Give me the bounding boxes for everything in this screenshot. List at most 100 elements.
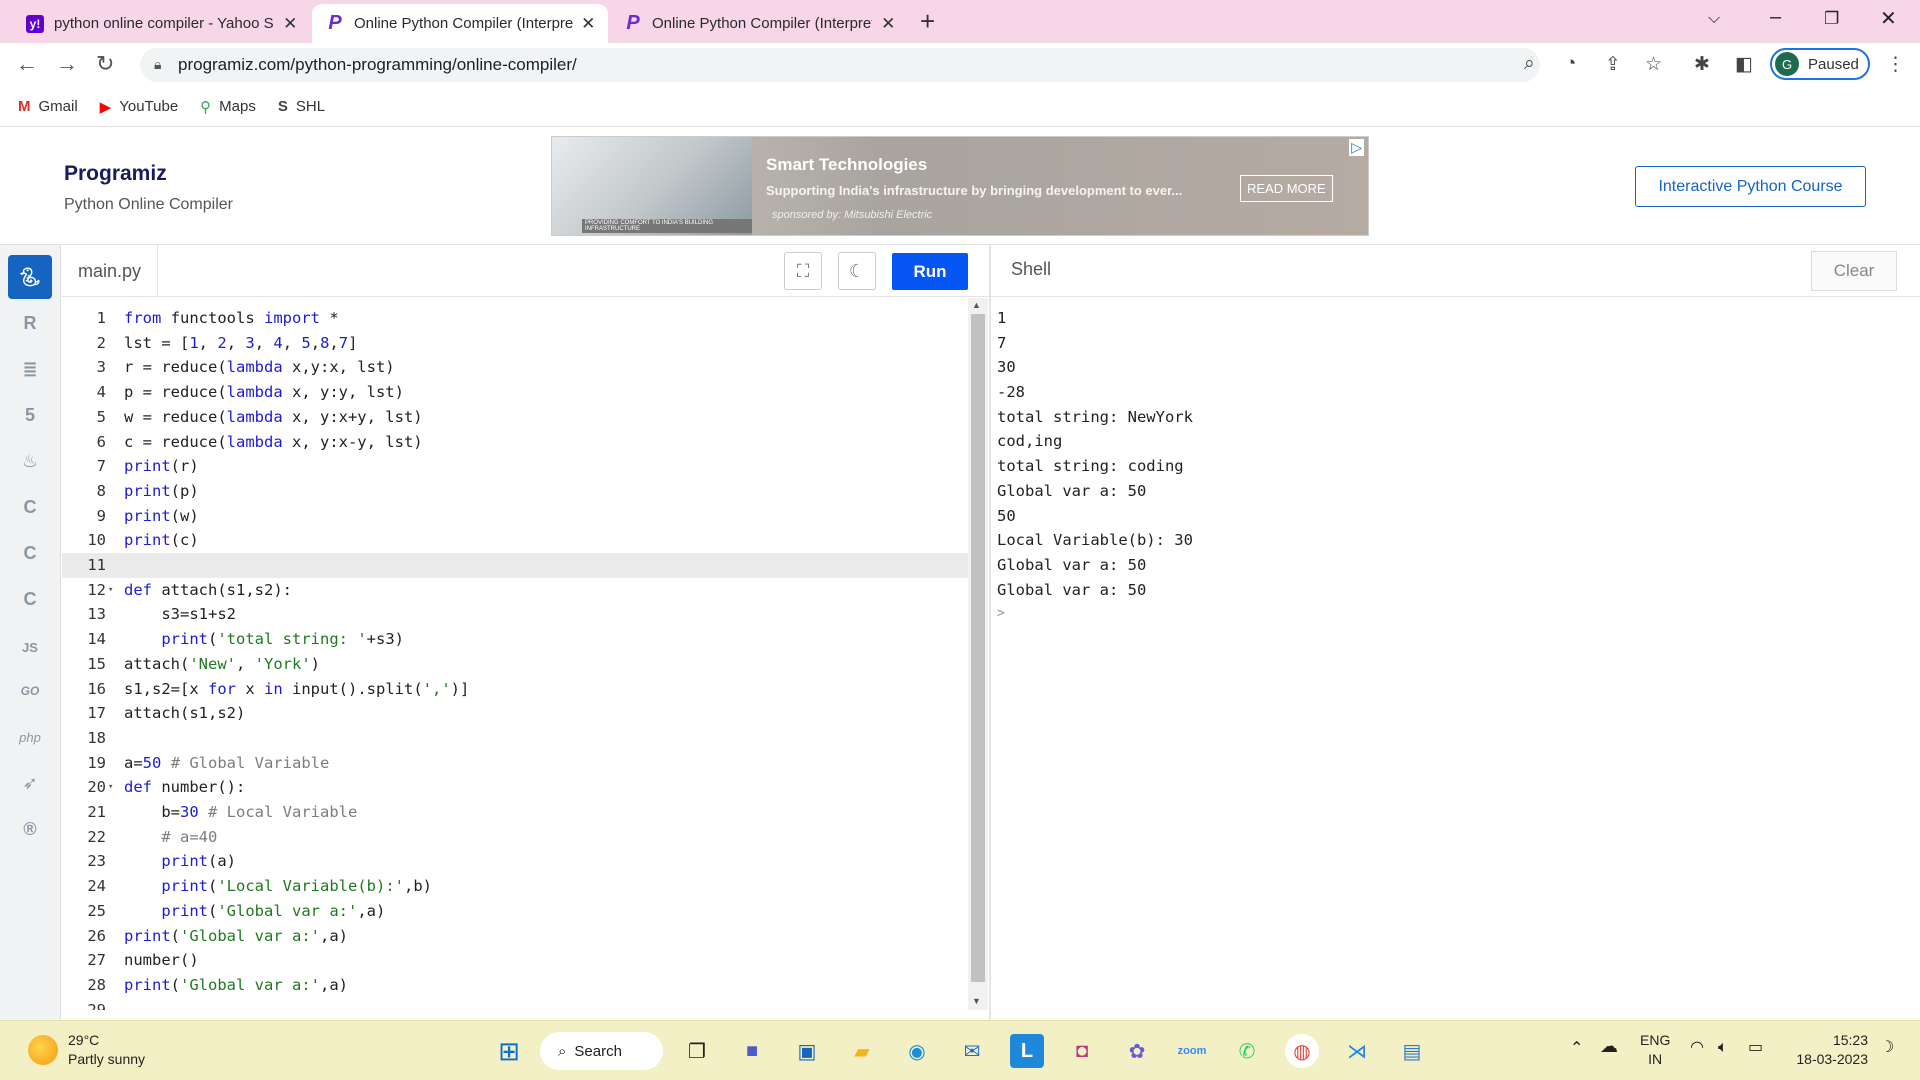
onedrive-icon[interactable]: ☁ xyxy=(1600,1037,1618,1056)
scroll-up-arrow-icon[interactable]: ▲ xyxy=(972,300,981,310)
battery-icon[interactable]: ▭ xyxy=(1748,1038,1763,1057)
code-line[interactable]: 1 from functools import * xyxy=(62,306,968,331)
scroll-down-arrow-icon[interactable]: ▼ xyxy=(972,996,981,1006)
teams-icon[interactable]: ■ xyxy=(735,1034,769,1068)
java-icon[interactable]: ♨ xyxy=(8,439,52,483)
code-line[interactable]: 4 p = reduce(lambda x, y:y, lst) xyxy=(62,380,968,405)
bookmark-shl[interactable]: S SHL xyxy=(278,98,325,115)
bookmark-youtube[interactable]: ▶ YouTube xyxy=(100,98,179,116)
code-line[interactable]: 16 s1,s2=[x for x in input().split(',')] xyxy=(62,677,968,702)
python-icon[interactable]: 🐍︎ xyxy=(8,255,52,299)
code-line[interactable]: 14 print('total string: '+s3) xyxy=(62,627,968,652)
side-panel-icon[interactable]: ◧ xyxy=(1735,53,1753,76)
wifi-icon[interactable]: ◠ xyxy=(1690,1038,1704,1057)
code-line[interactable]: 9 print(w) xyxy=(62,504,968,529)
fold-arrow-icon[interactable]: ▾ xyxy=(108,775,120,800)
restore-button[interactable]: ❐ xyxy=(1824,9,1839,29)
clear-button[interactable]: Clear xyxy=(1811,251,1897,291)
code-line[interactable]: 28 print('Global var a:',a) xyxy=(62,973,968,998)
minimize-button[interactable]: – xyxy=(1770,6,1781,29)
ad-read-more-button[interactable]: READ MORE xyxy=(1240,175,1333,202)
shell-prompt[interactable]: > xyxy=(997,602,1897,627)
csharp-icon[interactable]: C xyxy=(8,577,52,621)
interactive-course-button[interactable]: Interactive Python Course xyxy=(1635,166,1866,207)
code-line[interactable]: 5 w = reduce(lambda x, y:x+y, lst) xyxy=(62,405,968,430)
code-line[interactable]: 20 ▾ def number(): xyxy=(62,775,968,800)
code-line[interactable]: 19 a=50 # Global Variable xyxy=(62,751,968,776)
bookmark-maps[interactable]: ⚲ Maps xyxy=(200,98,256,116)
code-line[interactable]: 18 xyxy=(62,726,968,751)
new-tab-button[interactable]: + xyxy=(920,6,935,37)
notepad-icon[interactable]: ▤ xyxy=(1395,1034,1429,1068)
back-button[interactable]: ← xyxy=(16,51,38,77)
dark-mode-button[interactable]: ☾ xyxy=(838,252,876,290)
vscode-icon[interactable]: ⋊ xyxy=(1340,1034,1374,1068)
close-window-button[interactable]: ✕ xyxy=(1880,6,1897,31)
code-line[interactable]: 11 xyxy=(62,553,968,578)
code-line[interactable]: 22 # a=40 xyxy=(62,825,968,850)
sql-icon[interactable]: ≣ xyxy=(8,347,52,391)
reload-button[interactable]: ↻ xyxy=(96,51,114,77)
swift-icon[interactable]: ➶ xyxy=(8,761,52,805)
l-app-icon[interactable]: L xyxy=(1010,1034,1044,1068)
code-line[interactable]: 2 lst = [1, 2, 3, 4, 5,8,7] xyxy=(62,331,968,356)
zoom-icon[interactable]: ⌕ xyxy=(1524,53,1535,75)
url-bar[interactable]: 🔒︎ programiz.com/python-programming/onli… xyxy=(140,48,1540,82)
share-icon[interactable]: ⇪ xyxy=(1605,53,1621,76)
mail-icon[interactable]: ✉ xyxy=(955,1034,989,1068)
extensions-icon[interactable]: ✱ xyxy=(1694,53,1710,76)
store-icon[interactable]: ▣ xyxy=(790,1034,824,1068)
code-line[interactable]: 8 print(p) xyxy=(62,479,968,504)
run-button[interactable]: Run xyxy=(892,253,968,290)
rust-icon[interactable]: ® xyxy=(8,807,52,851)
bookmark-gmail[interactable]: M Gmail xyxy=(18,98,78,115)
language-indicator[interactable]: ENG IN xyxy=(1640,1031,1670,1069)
close-tab-icon[interactable]: ✕ xyxy=(579,14,598,34)
file-tab-main-py[interactable]: main.py xyxy=(62,245,158,297)
shell-output[interactable]: 1 7 30 -28 total string: NewYork cod,ing total… xyxy=(997,298,1897,1010)
chrome-icon[interactable]: ◍ xyxy=(1285,1034,1319,1068)
fullscreen-button[interactable]: ⛶ xyxy=(784,252,822,290)
code-line[interactable]: 24 print('Local Variable(b):',b) xyxy=(62,874,968,899)
browser-tab-yahoo[interactable]: y! python online compiler - Yahoo Search… xyxy=(12,4,310,43)
c-icon[interactable]: C xyxy=(8,485,52,529)
task-view-icon[interactable]: ❐ xyxy=(680,1034,714,1068)
bookmark-star-icon[interactable]: ☆ xyxy=(1645,53,1662,76)
php-icon[interactable]: php xyxy=(8,715,52,759)
windows-start-icon[interactable]: ⊞ xyxy=(492,1034,526,1068)
profile-button[interactable]: G Paused xyxy=(1770,48,1870,80)
code-line[interactable]: 17 attach(s1,s2) xyxy=(62,701,968,726)
office-icon[interactable]: ◘ xyxy=(1065,1034,1099,1068)
zoom-icon[interactable]: zoom xyxy=(1175,1034,1209,1068)
code-line[interactable]: 25 print('Global var a:',a) xyxy=(62,899,968,924)
edge-icon[interactable]: ◉ xyxy=(900,1034,934,1068)
taskbar-search[interactable]: ⌕ Search xyxy=(540,1032,663,1070)
code-line[interactable]: 12 ▾ def attach(s1,s2): xyxy=(62,578,968,603)
lock-icon[interactable]: 🔒︎ xyxy=(154,56,161,73)
code-line[interactable]: 13 s3=s1+s2 xyxy=(62,602,968,627)
fold-arrow-icon[interactable]: ▾ xyxy=(108,578,120,603)
forward-button[interactable]: → xyxy=(56,51,78,77)
code-line[interactable]: 15 attach('New', 'York') xyxy=(62,652,968,677)
browser-tab-compiler[interactable]: P Online Python Compiler (Interpreter) ✕ xyxy=(610,4,908,43)
close-tab-icon[interactable]: ✕ xyxy=(280,14,300,34)
go-icon[interactable]: GO xyxy=(8,669,52,713)
tab-search-chevron-icon[interactable]: ⌵ xyxy=(1708,10,1720,28)
file-explorer-icon[interactable]: ▰ xyxy=(845,1034,879,1068)
tray-overflow-icon[interactable]: ⌃ xyxy=(1570,1039,1583,1058)
advertisement-banner[interactable]: PROVIDING COMFORT TO INDIA'S BUILDING IN… xyxy=(551,136,1369,236)
notification-icon[interactable]: ☽ xyxy=(1880,1038,1894,1057)
code-line[interactable]: 26 print('Global var a:',a) xyxy=(62,924,968,949)
html-icon[interactable]: 5 xyxy=(8,393,52,437)
code-line[interactable]: 27 number() xyxy=(62,948,968,973)
programiz-logo[interactable]: Programiz xyxy=(64,162,167,186)
whatsapp-icon[interactable]: ✆ xyxy=(1230,1034,1264,1068)
code-line[interactable]: 23 print(a) xyxy=(62,849,968,874)
code-line[interactable]: 6 c = reduce(lambda x, y:x-y, lst) xyxy=(62,430,968,455)
adchoices-icon[interactable]: ▷ xyxy=(1349,139,1364,156)
pane-divider[interactable] xyxy=(989,245,991,1020)
code-line[interactable]: 10 print(c) xyxy=(62,528,968,553)
code-line[interactable]: 3 r = reduce(lambda x,y:x, lst) xyxy=(62,355,968,380)
r-icon[interactable]: R xyxy=(8,301,52,345)
editor-scrollbar[interactable]: ▲ ▼ xyxy=(968,298,988,1010)
